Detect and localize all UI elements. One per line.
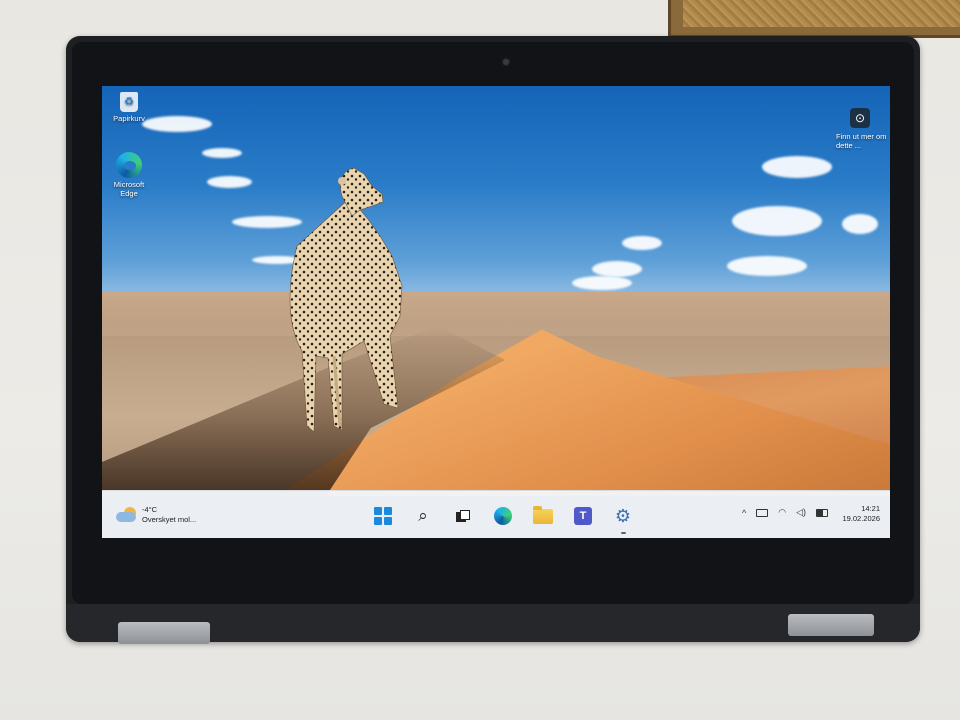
desktop-icon-edge[interactable]: Microsoft Edge [104, 152, 154, 198]
partly-cloudy-icon [116, 507, 138, 523]
volume-icon[interactable]: ◁) [796, 507, 806, 518]
clock-time: 14:21 [861, 504, 880, 513]
task-view-button[interactable] [450, 503, 476, 529]
clock-date: 19.02.2026 [842, 514, 880, 523]
desktop-screen: ♻ Papirkurv Microsoft Edge ⊙ Finn ut mer… [102, 86, 890, 538]
weather-widget[interactable]: -4°C Overskyet mol... [116, 503, 196, 527]
search-button[interactable]: ⌕ [410, 503, 436, 529]
search-icon: ⌕ [418, 506, 428, 525]
cork-board-corner [668, 0, 960, 38]
webcam [502, 58, 510, 66]
file-explorer-button[interactable] [530, 503, 556, 529]
desktop-icon-label: Microsoft Edge [113, 180, 145, 198]
taskbar-edge-button[interactable] [490, 503, 516, 529]
active-indicator [621, 532, 626, 534]
spotlight-icon[interactable]: ⊙ [850, 108, 870, 128]
teams-icon: T [574, 507, 592, 525]
keyboard-icon[interactable] [756, 508, 769, 517]
edge-icon [494, 507, 512, 525]
hinge-left [118, 622, 210, 644]
weather-condition: Overskyet mol... [142, 515, 197, 524]
clock[interactable]: 14:21 19.02.2026 [838, 504, 880, 524]
battery-icon[interactable] [816, 508, 829, 517]
spotlight-label[interactable]: Finn ut mer om dette ... [836, 132, 890, 150]
system-tray: ^ ◠ ◁) [742, 507, 829, 518]
gear-icon: ⚙ [614, 505, 632, 526]
desktop-icon-label: Papirkurv [113, 114, 145, 123]
settings-button[interactable]: ⚙ [610, 503, 636, 534]
edge-icon [116, 152, 142, 178]
teams-button[interactable]: T [570, 503, 596, 529]
taskbar-app-icons: ⌕ T ⚙ [370, 503, 636, 534]
wallpaper-cheetah [289, 167, 403, 433]
folder-icon [533, 505, 553, 524]
start-button[interactable] [370, 503, 396, 529]
wifi-icon[interactable]: ◠ [778, 507, 786, 518]
taskbar: -4°C Overskyet mol... ⌕ T ⚙ ^ ◠ ◁) 14:21… [102, 490, 890, 538]
weather-temp: -4°C [142, 505, 158, 514]
hinge-right [788, 614, 874, 636]
windows-logo-icon [374, 507, 392, 525]
desktop-icon-recycle-bin[interactable]: ♻ Papirkurv [104, 92, 154, 123]
recycle-bin-icon: ♻ [120, 92, 138, 112]
task-view-icon [456, 510, 470, 522]
show-hidden-icons-chevron[interactable]: ^ [742, 508, 746, 518]
